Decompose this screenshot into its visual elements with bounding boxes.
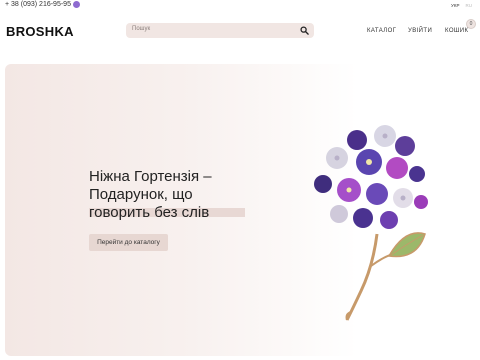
site-header: BROSHKA Пошук КАТАЛОГ УВІЙТИ КОШИК 0 <box>0 12 480 50</box>
lang-ru[interactable]: RU <box>466 3 473 8</box>
nav-cart[interactable]: КОШИК <box>445 28 468 34</box>
hero-title: Ніжна Гортензія – Подарунок, що говорить… <box>89 168 249 222</box>
phone-text[interactable]: + 38 (093) 216-95-95 <box>5 1 71 8</box>
viber-icon[interactable] <box>72 1 80 8</box>
hero-title-line-3: говорить без слів <box>89 204 210 221</box>
language-switcher: УКР RU <box>451 3 472 8</box>
go-to-catalog-button[interactable]: Перейти до каталогу <box>89 234 168 251</box>
nav-catalog[interactable]: КАТАЛОГ <box>367 28 396 34</box>
cart-count-badge: 0 <box>466 19 476 29</box>
nav-login[interactable]: УВІЙТИ <box>408 28 432 34</box>
hero-title-line-1: Ніжна Гортензія – <box>89 168 212 185</box>
top-bar: + 38 (093) 216-95-95 УКР RU <box>0 0 480 12</box>
hero-title-line-2: Подарунок, що <box>89 186 193 203</box>
search-input[interactable]: Пошук <box>132 26 150 32</box>
search-field[interactable]: Пошук <box>126 23 314 38</box>
site-logo[interactable]: BROSHKA <box>6 24 74 39</box>
lang-ukr[interactable]: УКР <box>451 3 459 8</box>
phone-number[interactable]: + 38 (093) 216-95-95 <box>5 1 80 8</box>
search-icon[interactable] <box>300 26 309 35</box>
hydrangea-brooch-image <box>314 125 428 321</box>
hero-banner: Ніжна Гортензія – Подарунок, що говорить… <box>5 64 475 356</box>
